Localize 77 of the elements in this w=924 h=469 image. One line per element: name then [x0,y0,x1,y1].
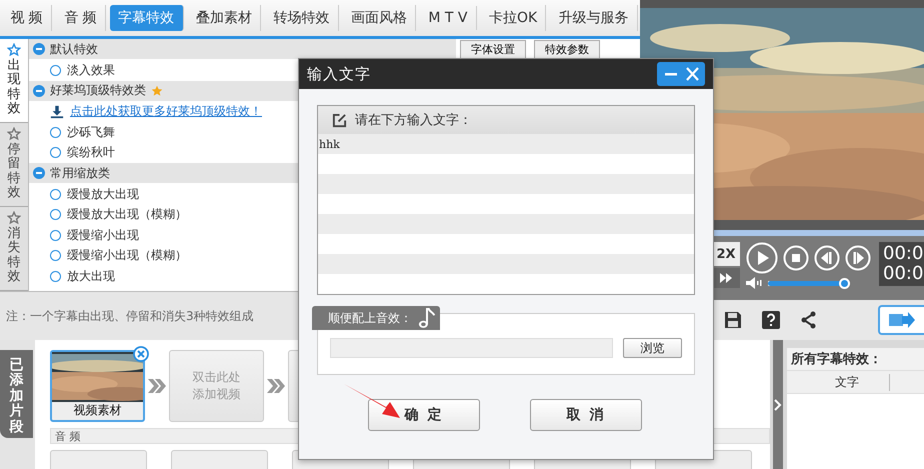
group-header[interactable]: 默认特效 [29,39,456,59]
expand-icon[interactable] [774,398,782,410]
stop-button[interactable] [783,245,809,271]
star-icon [7,43,21,57]
effect-tab[interactable]: 出现特效 [0,39,28,123]
dialog-button[interactable]: 确 定 [368,399,480,431]
close-icon[interactable] [133,346,149,362]
radio-button[interactable] [50,64,61,76]
nav-tab[interactable]: 升级与服务 [550,5,638,31]
download-icon [50,104,64,119]
time-readout: 00:0 [883,244,924,264]
radio-button[interactable] [50,250,61,262]
radio-button[interactable] [50,230,61,241]
radio-button[interactable] [50,188,61,200]
radio-button[interactable] [50,147,61,158]
panel-title: 所有字幕特效： [791,350,882,368]
star-icon [7,127,21,141]
dialog-title: 输入文字 [307,64,371,84]
nav-tab[interactable]: 画面风格 [342,5,416,31]
radio-button[interactable] [50,209,61,220]
speed-button[interactable]: 2X [712,242,740,266]
export-button[interactable] [878,305,924,335]
clip-label: 视频素材 [72,402,122,419]
collapse-icon[interactable] [33,84,45,96]
audio-label: 音 频 [55,428,80,444]
edit-icon [332,112,347,128]
clips-tab[interactable]: 已添加片段 [0,350,33,438]
file-path-field[interactable] [330,338,613,358]
browse-button[interactable]: 浏览 [622,338,682,358]
settings-tab[interactable]: 特效参数 [534,40,600,59]
collapse-icon[interactable] [33,43,45,55]
chevron-icon [148,379,166,393]
group-title: 好莱坞顶级特效类 [50,82,146,99]
column-header: 文字 [835,374,890,390]
group-title: 默认特效 [50,40,98,58]
fast-forward-button[interactable] [712,268,740,288]
next-frame-button[interactable] [845,245,871,271]
save-icon[interactable] [724,311,742,329]
fast-forward-icon [720,273,732,283]
group-title: 常用缩放类 [50,164,110,182]
settings-tab[interactable]: 字体设置 [460,40,526,59]
nav-tab[interactable]: M T V [420,6,477,30]
nav-tab[interactable]: 视 频 [2,5,52,31]
effect-option[interactable]: 放大出现 [67,268,115,285]
play-button[interactable] [746,242,778,274]
effect-option[interactable]: 缓慢放大出现（模糊） [67,206,187,224]
nav-tab[interactable]: 转场特效 [265,5,339,31]
slider-thumb[interactable] [839,278,850,288]
time-readout: 00:0 [883,264,924,284]
collapse-icon[interactable] [33,167,45,179]
speaker-icon [746,277,762,289]
effect-option[interactable]: 缓慢缩小出现 [67,226,139,244]
sound-label: 顺便配上音效： [328,310,412,326]
effect-option[interactable]: 沙砾飞舞 [67,124,115,141]
star-icon [151,84,163,96]
nav-tab[interactable]: 音 频 [56,5,106,31]
download-link[interactable]: 点击此处获取更多好莱坞顶级特效！ [70,103,262,120]
window-buttons[interactable] [657,62,705,86]
share-icon[interactable] [800,311,818,329]
dialog-button[interactable]: 取 消 [530,399,642,431]
previous-frame-button[interactable] [814,245,840,271]
radio-button[interactable] [50,126,61,138]
nav-tab[interactable]: 叠加素材 [188,5,262,31]
nav-tab[interactable]: 卡拉OK [480,5,546,31]
effect-option[interactable]: 缓慢放大出现 [67,186,139,203]
star-icon [7,211,21,225]
help-icon[interactable] [762,311,780,329]
effect-option[interactable]: 淡入效果 [67,62,115,79]
radio-button[interactable] [50,270,61,282]
export-icon [888,311,916,329]
text-input-field[interactable]: 请在下方输入文字： hhk [317,105,695,295]
chevron-icon [267,379,285,393]
note-text: 注：一个字幕由出现、停留和消失3种特效组成 [6,308,254,324]
prompt-text: 请在下方输入文字： [355,112,472,129]
effect-option[interactable]: 缓慢缩小出现（模糊） [67,247,187,264]
typed-text: hhk [319,138,340,150]
effect-option[interactable]: 缤纷秋叶 [67,144,115,162]
